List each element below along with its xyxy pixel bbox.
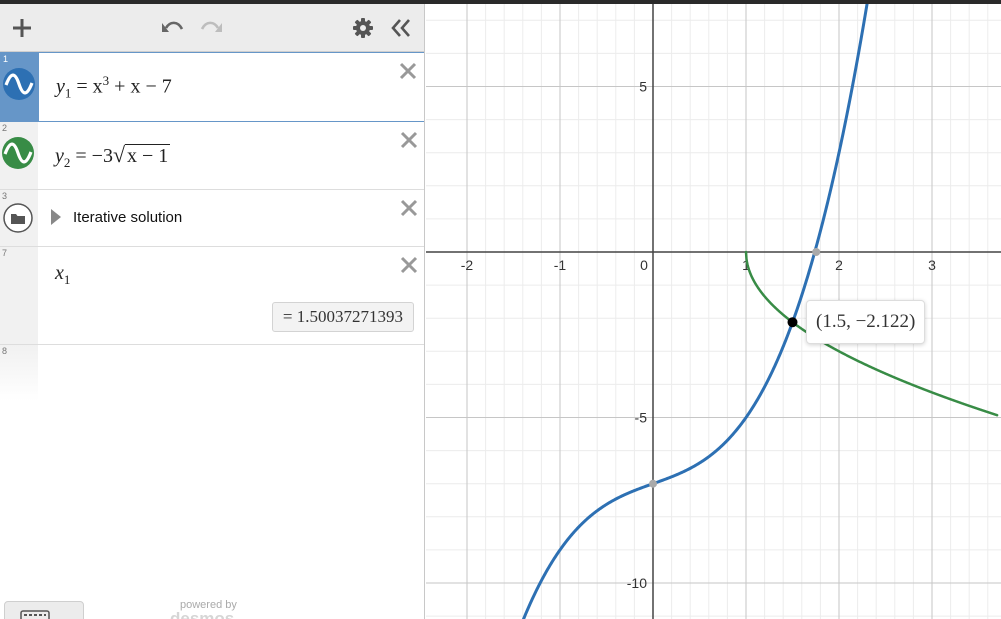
math-text: + x − 7 (109, 75, 172, 98)
intercept-point (812, 248, 821, 256)
folder-row-iterative-solution[interactable]: 3 Iterative solution (0, 190, 424, 247)
gear-icon (353, 18, 373, 38)
caret-right-icon[interactable] (50, 208, 62, 226)
undo-icon (162, 21, 184, 32)
y-tick-label: 5 (639, 79, 647, 95)
x-tick-label: -2 (461, 257, 474, 273)
wave-icon (3, 142, 33, 164)
delete-expression-button[interactable] (399, 255, 419, 275)
math-radicand: x − 1 (125, 144, 171, 167)
x-tick-label: 3 (928, 257, 936, 273)
math-subscript: 1 (63, 272, 71, 287)
plus-icon (13, 19, 31, 37)
intercept-point (649, 479, 657, 488)
keyboard-toggle-button[interactable] (4, 601, 84, 619)
expression-row-2[interactable]: 2 y2 = −3√ x − 1 (0, 122, 424, 190)
y-tick-label: -5 (635, 410, 648, 426)
settings-button[interactable] (349, 14, 377, 42)
x-tick-label: 0 (640, 257, 648, 273)
expression-row-7[interactable]: 7 x1 = 1.50037271393 (0, 247, 424, 345)
math-subscript: 2 (63, 155, 71, 170)
expression-index: 1 (3, 54, 9, 64)
expression-math[interactable]: x1 (55, 262, 70, 288)
point-coordinate-label: (1.5, −2.122) (806, 300, 926, 344)
expression-index: 2 (2, 123, 8, 133)
delete-expression-button[interactable] (398, 61, 418, 81)
wave-icon (4, 73, 34, 95)
math-variable: y (56, 75, 65, 98)
math-variable: x (55, 262, 64, 284)
math-subscript: 1 (64, 85, 72, 101)
redo-button[interactable] (197, 14, 225, 42)
folder-title[interactable]: Iterative solution (73, 209, 182, 226)
expression-list-panel: 1 y1 = x3 + x − 7 2 y2 = −3√ x − 1 3 Ite… (0, 4, 425, 619)
graph-visibility-toggle[interactable] (2, 137, 34, 169)
expression-index: 3 (2, 191, 8, 201)
y-tick-label: -10 (627, 575, 647, 591)
folder-icon[interactable] (2, 202, 34, 234)
evaluation-result: = 1.50037271393 (271, 302, 414, 332)
desmos-logo: desmos (170, 609, 235, 619)
delete-expression-button[interactable] (399, 130, 419, 150)
expression-toolbar (0, 4, 424, 52)
double-chevron-left-icon (391, 19, 410, 37)
expression-index: 8 (2, 346, 8, 356)
graph-visibility-toggle[interactable] (3, 68, 35, 100)
keyboard-icon (20, 610, 50, 619)
expression-math[interactable]: y2 = −3√ x − 1 (55, 142, 171, 171)
sqrt-sign: √ (112, 142, 126, 167)
math-variable: y (55, 145, 64, 167)
delete-folder-button[interactable] (399, 198, 419, 218)
expression-row-1[interactable]: 1 y1 = x3 + x − 7 (0, 52, 424, 122)
math-text: = x (76, 75, 103, 98)
expression-row-empty[interactable]: 8 (0, 345, 424, 401)
intersection-point (787, 317, 798, 328)
x-tick-label: 2 (835, 257, 843, 273)
x-tick-label: -1 (554, 257, 567, 273)
redo-icon (200, 21, 222, 32)
expression-index: 7 (2, 248, 8, 258)
add-item-button[interactable] (8, 14, 36, 42)
undo-button[interactable] (159, 14, 187, 42)
expression-math[interactable]: y1 = x3 + x − 7 (56, 73, 172, 102)
collapse-panel-button[interactable] (387, 14, 415, 42)
expression-gutter (0, 247, 38, 344)
math-text: = −3 (75, 145, 113, 167)
